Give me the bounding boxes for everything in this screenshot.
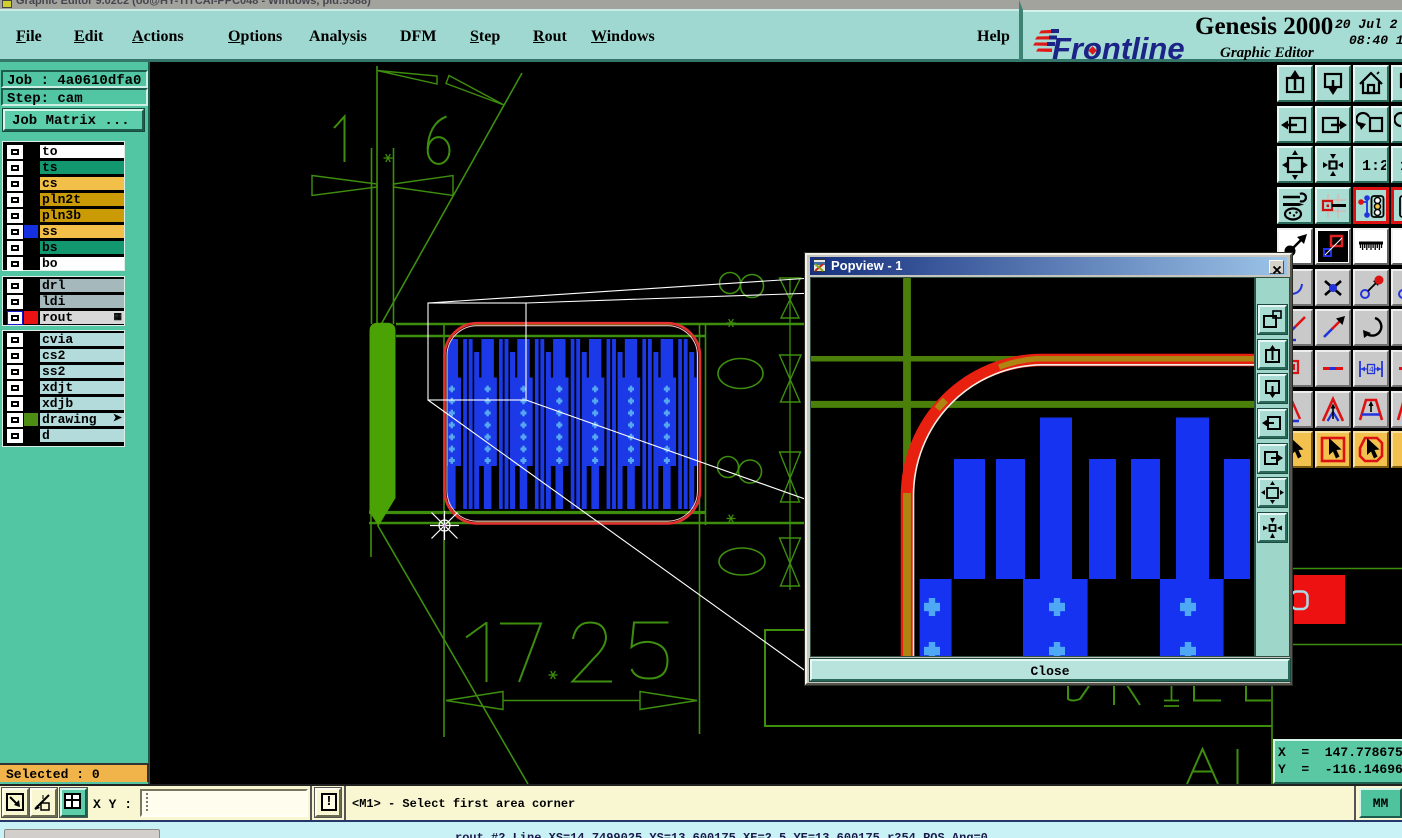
svg-text:4: 4	[1369, 366, 1374, 375]
svg-text:1:2: 1:2	[1362, 158, 1386, 175]
svg-text:Frontline: Frontline	[1052, 31, 1185, 66]
